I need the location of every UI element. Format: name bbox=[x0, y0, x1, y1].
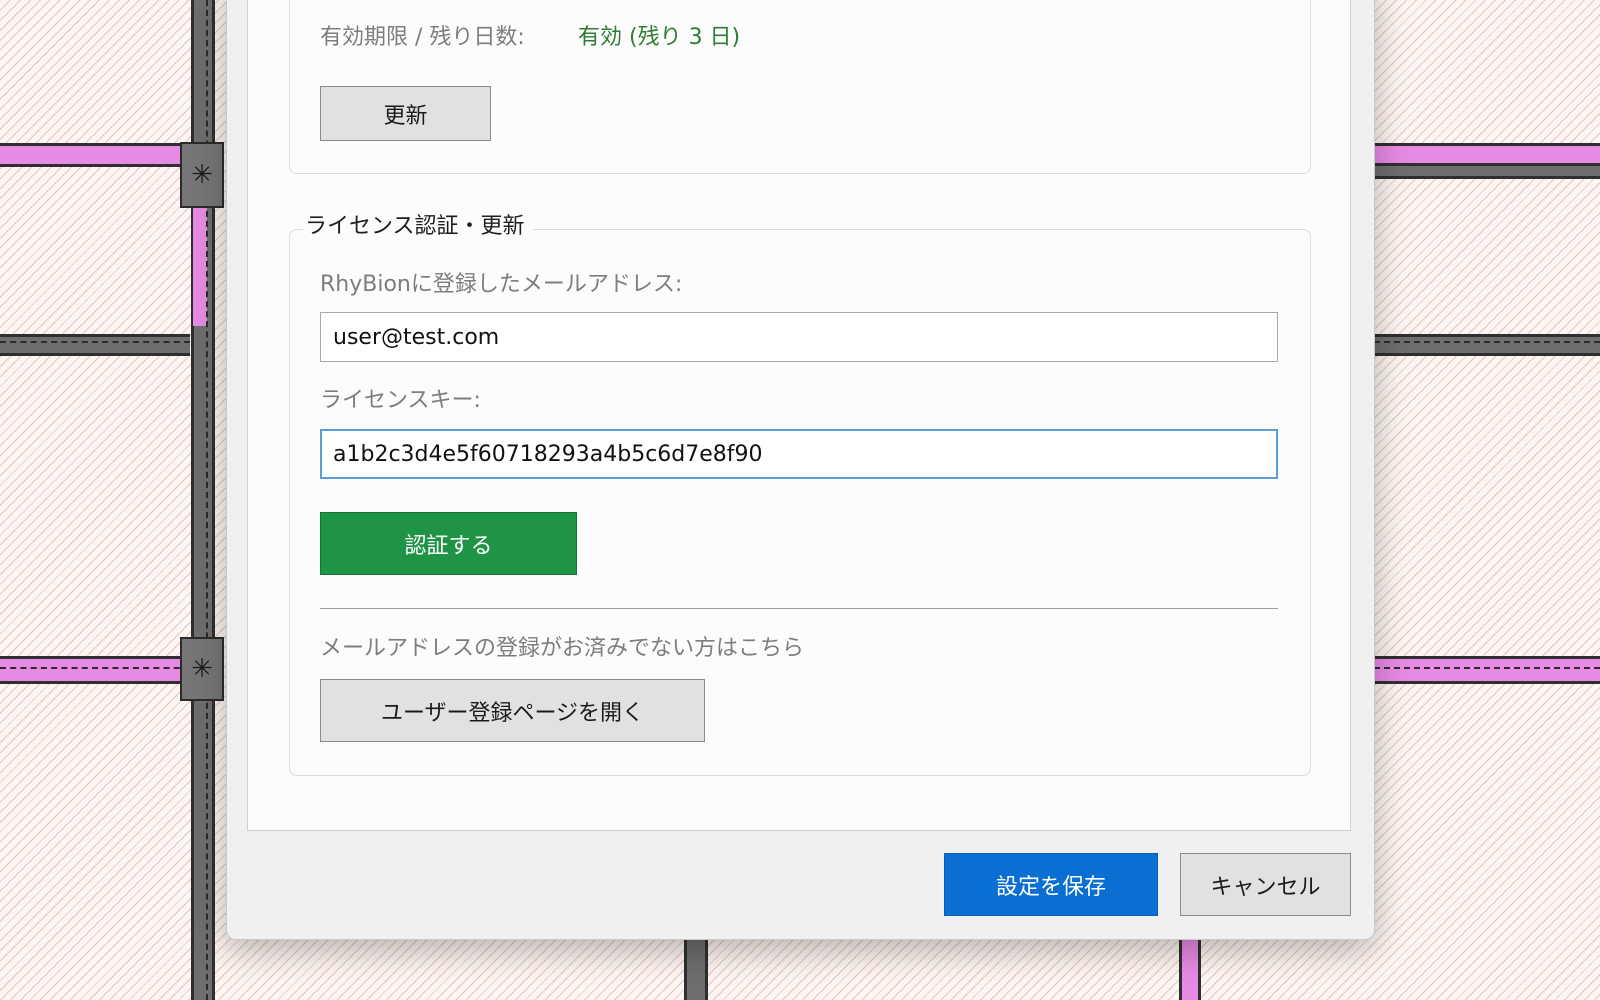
refresh-button[interactable]: 更新 bbox=[320, 86, 491, 141]
cad-column-marker: ✳ bbox=[180, 142, 224, 208]
cad-wall-horizontal-mid-right bbox=[1374, 334, 1600, 356]
cad-wall-center-line bbox=[0, 667, 190, 669]
cad-wall-vertical-left-pink bbox=[193, 208, 207, 326]
save-settings-button[interactable]: 設定を保存 bbox=[944, 853, 1158, 916]
cad-wall-center-line bbox=[1374, 341, 1600, 343]
cad-wall-vertical-bottom-b bbox=[1179, 936, 1201, 1000]
register-hint-text: メールアドレスの登録がお済みでない方はこちら bbox=[320, 636, 805, 661]
cad-wall-horizontal-bottom-left bbox=[0, 656, 190, 684]
license-auth-group-title: ライセンス認証・更新 bbox=[303, 212, 533, 242]
license-key-input[interactable] bbox=[320, 429, 1278, 479]
cad-column-marker: ✳ bbox=[180, 637, 224, 701]
section-divider bbox=[320, 608, 1278, 609]
cad-wall-horizontal-top-left bbox=[0, 143, 190, 167]
cad-wall-horizontal-top-right-2 bbox=[1374, 163, 1600, 179]
authenticate-button[interactable]: 認証する bbox=[320, 512, 577, 575]
license-key-label: ライセンスキー: bbox=[320, 388, 481, 413]
cad-wall-center-line bbox=[0, 341, 190, 343]
email-input[interactable] bbox=[320, 312, 1278, 362]
email-label: RhyBionに登録したメールアドレス: bbox=[320, 272, 683, 297]
cad-wall-center-line bbox=[1374, 667, 1600, 669]
expiry-label: 有効期限 / 残り日数: bbox=[320, 25, 525, 50]
cad-wall-vertical-bottom-a bbox=[684, 936, 708, 1000]
open-registration-page-button[interactable]: ユーザー登録ページを開く bbox=[320, 679, 705, 742]
expiry-status-value: 有効 (残り 3 日) bbox=[578, 25, 741, 50]
cad-wall-horizontal-bottom-right bbox=[1374, 656, 1600, 684]
cad-wall-horizontal-mid-left bbox=[0, 334, 190, 356]
cancel-button[interactable]: キャンセル bbox=[1180, 853, 1351, 916]
